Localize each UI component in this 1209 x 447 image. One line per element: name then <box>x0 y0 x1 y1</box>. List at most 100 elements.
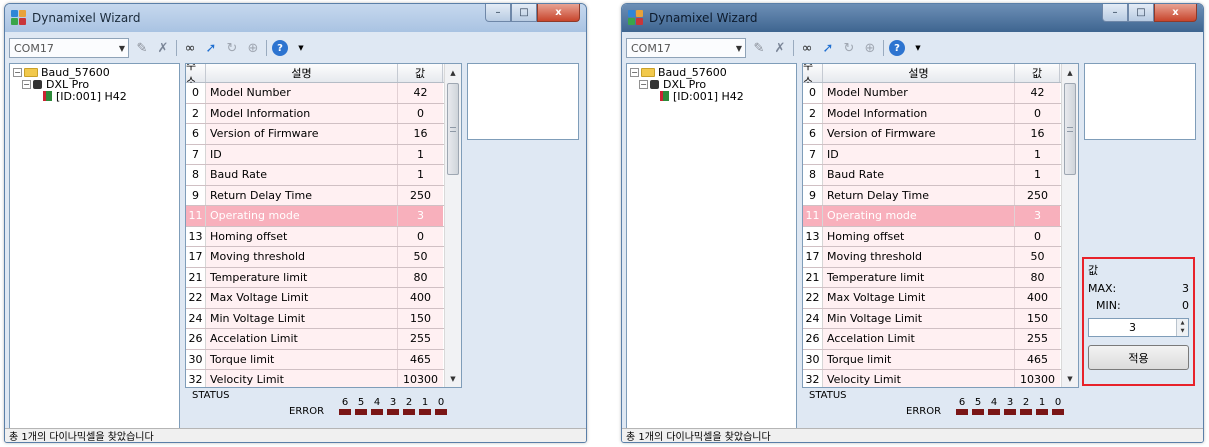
search-icon[interactable]: ∞ <box>799 40 815 56</box>
device-tree[interactable]: − Baud_57600 − DXL Pro [ID:001] H42 <box>9 63 180 430</box>
collapse-icon[interactable]: − <box>639 79 648 89</box>
column-header-value[interactable]: 값 <box>1015 64 1060 82</box>
error-led-icon <box>403 409 415 415</box>
network-icon[interactable]: ⊕ <box>245 40 261 56</box>
table-row[interactable]: 30 Torque limit 465 <box>803 349 1078 370</box>
column-header-address[interactable]: 주소 <box>186 64 206 88</box>
address-cell: 8 <box>803 165 823 185</box>
maximize-button[interactable]: □ <box>511 4 537 22</box>
description-cell: Return Delay Time <box>206 185 398 205</box>
table-row[interactable]: 0 Model Number 42 <box>186 83 461 104</box>
title-bar[interactable]: Dynamixel Wizard – □ x <box>5 4 586 32</box>
collapse-icon[interactable]: − <box>630 67 639 77</box>
help-dropdown-icon[interactable]: ▼ <box>293 40 309 56</box>
column-header-address[interactable]: 주소 <box>803 64 823 88</box>
unplug-icon[interactable]: ✗ <box>772 40 788 56</box>
table-body: 0 Model Number 42 2 Model Information 0 6 Versi… <box>186 83 461 387</box>
refresh-icon[interactable]: ↻ <box>841 40 857 56</box>
close-button[interactable]: x <box>537 4 580 22</box>
search-icon[interactable]: ∞ <box>182 40 198 56</box>
table-row[interactable]: 13 Homing offset 0 <box>803 226 1078 247</box>
table-row[interactable]: 24 Min Voltage Limit 150 <box>186 308 461 329</box>
column-header-description[interactable]: 설명 <box>206 64 398 82</box>
table-row[interactable]: 13 Homing offset 0 <box>186 226 461 247</box>
table-row[interactable]: 17 Moving threshold 50 <box>803 247 1078 268</box>
table-row[interactable]: 32 Velocity Limit 10300 <box>186 370 461 387</box>
table-row[interactable]: 9 Return Delay Time 250 <box>803 185 1078 206</box>
table-row[interactable]: 7 ID 1 <box>803 144 1078 165</box>
control-table[interactable]: 주소 설명 값 0 Model Number 42 2 Model Informatio… <box>185 63 462 388</box>
scroll-down-icon[interactable]: ▼ <box>445 370 461 387</box>
table-row[interactable]: 21 Temperature limit 80 <box>186 267 461 288</box>
unplug-icon[interactable]: ✗ <box>155 40 171 56</box>
tree-node-model[interactable]: − DXL Pro <box>630 78 793 91</box>
tree-node-baud[interactable]: − Baud_57600 <box>13 66 176 79</box>
pencil-icon[interactable]: ✎ <box>751 40 767 56</box>
table-row[interactable]: 9 Return Delay Time 250 <box>186 185 461 206</box>
table-row[interactable]: 2 Model Information 0 <box>186 103 461 124</box>
collapse-icon[interactable]: − <box>13 67 22 77</box>
tree-node-device[interactable]: [ID:001] H42 <box>13 90 176 103</box>
table-row[interactable]: 6 Version of Firmware 16 <box>803 124 1078 145</box>
table-row[interactable]: 11 Operating mode 3 <box>803 206 1078 227</box>
table-row[interactable]: 11 Operating mode 3 <box>186 206 461 227</box>
scroll-down-icon[interactable]: ▼ <box>1062 370 1078 387</box>
error-led-icon <box>355 409 367 415</box>
scroll-up-icon[interactable]: ▲ <box>1062 64 1078 81</box>
table-scrollbar[interactable]: ▲ ▼ <box>444 64 461 387</box>
help-icon[interactable]: ? <box>272 40 288 56</box>
tree-node-baud[interactable]: − Baud_57600 <box>630 66 793 79</box>
scroll-thumb[interactable] <box>447 83 459 175</box>
port-select[interactable]: COM17 ▼ <box>626 38 746 58</box>
error-bit: 5 <box>972 397 984 415</box>
upload-icon[interactable]: ➚ <box>203 40 219 56</box>
error-led-icon <box>972 409 984 415</box>
table-row[interactable]: 6 Version of Firmware 16 <box>186 124 461 145</box>
value-spinner[interactable]: 3 ▲ ▼ <box>1088 318 1189 337</box>
tree-node-model[interactable]: − DXL Pro <box>13 78 176 91</box>
description-cell: Version of Firmware <box>823 124 1015 144</box>
table-row[interactable]: 2 Model Information 0 <box>803 103 1078 124</box>
port-select[interactable]: COM17 ▼ <box>9 38 129 58</box>
column-header-description[interactable]: 설명 <box>823 64 1015 82</box>
table-row[interactable]: 7 ID 1 <box>186 144 461 165</box>
network-icon[interactable]: ⊕ <box>862 40 878 56</box>
close-button[interactable]: x <box>1154 4 1197 22</box>
table-row[interactable]: 22 Max Voltage Limit 400 <box>803 288 1078 309</box>
scroll-up-icon[interactable]: ▲ <box>445 64 461 81</box>
table-scrollbar[interactable]: ▲ ▼ <box>1061 64 1078 387</box>
table-row[interactable]: 8 Baud Rate 1 <box>803 165 1078 186</box>
error-bit-label: 3 <box>1006 397 1014 408</box>
table-row[interactable]: 0 Model Number 42 <box>803 83 1078 104</box>
upload-icon[interactable]: ➚ <box>820 40 836 56</box>
refresh-icon[interactable]: ↻ <box>224 40 240 56</box>
address-cell: 22 <box>803 288 823 308</box>
table-row[interactable]: 26 Accelation Limit 255 <box>186 329 461 350</box>
table-row[interactable]: 26 Accelation Limit 255 <box>803 329 1078 350</box>
minimize-button[interactable]: – <box>1102 4 1128 22</box>
spin-down-icon[interactable]: ▼ <box>1177 327 1188 335</box>
device-tree[interactable]: − Baud_57600 − DXL Pro [ID:001] H42 <box>626 63 797 430</box>
table-row[interactable]: 21 Temperature limit 80 <box>803 267 1078 288</box>
pencil-icon[interactable]: ✎ <box>134 40 150 56</box>
table-row[interactable]: 30 Torque limit 465 <box>186 349 461 370</box>
address-cell: 9 <box>186 185 206 205</box>
control-table[interactable]: 주소 설명 값 0 Model Number 42 2 Model Informatio… <box>802 63 1079 388</box>
title-bar[interactable]: Dynamixel Wizard – □ x <box>622 4 1203 32</box>
value-input[interactable]: 3 <box>1089 321 1176 334</box>
minimize-button[interactable]: – <box>485 4 511 22</box>
table-row[interactable]: 32 Velocity Limit 10300 <box>803 370 1078 387</box>
maximize-button[interactable]: □ <box>1128 4 1154 22</box>
help-dropdown-icon[interactable]: ▼ <box>910 40 926 56</box>
tree-node-device[interactable]: [ID:001] H42 <box>630 90 793 103</box>
table-row[interactable]: 24 Min Voltage Limit 150 <box>803 308 1078 329</box>
help-icon[interactable]: ? <box>889 40 905 56</box>
table-row[interactable]: 22 Max Voltage Limit 400 <box>186 288 461 309</box>
collapse-icon[interactable]: − <box>22 79 31 89</box>
apply-button[interactable]: 적용 <box>1088 345 1189 370</box>
table-row[interactable]: 17 Moving threshold 50 <box>186 247 461 268</box>
column-header-value[interactable]: 값 <box>398 64 443 82</box>
scroll-thumb[interactable] <box>1064 83 1076 175</box>
table-row[interactable]: 8 Baud Rate 1 <box>186 165 461 186</box>
spin-up-icon[interactable]: ▲ <box>1177 319 1188 327</box>
